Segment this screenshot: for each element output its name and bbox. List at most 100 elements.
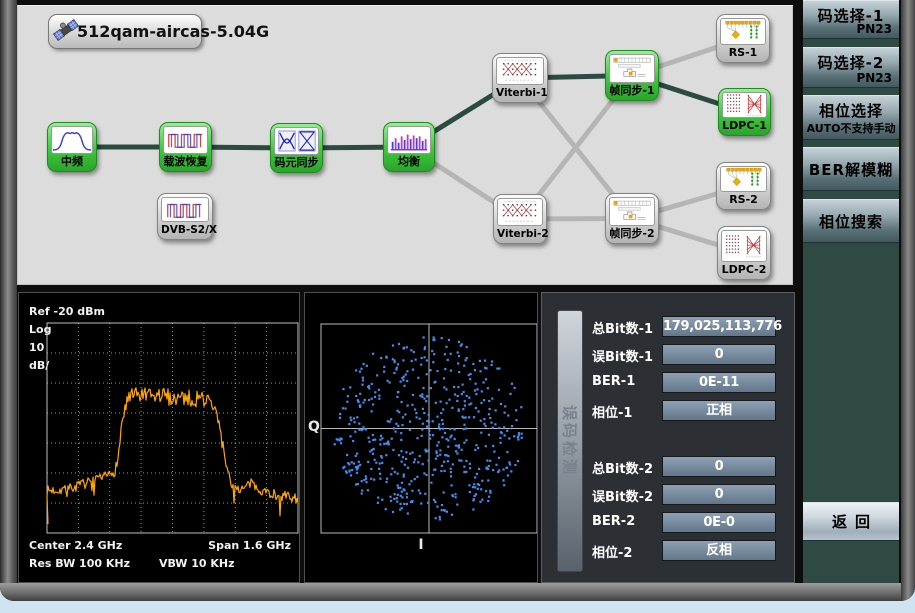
block-label: 载波恢复 <box>163 154 208 170</box>
ber-row-label: BER-1 <box>592 374 635 389</box>
spectrum-analyzer-panel: Ref -20 dBm Log 10 dB/ Center 2.4 GHz Sp… <box>18 292 300 583</box>
ber-row-value: 正相 <box>662 400 776 421</box>
window-frame-bottom <box>0 583 915 601</box>
button-value: AUTO不支持手动 <box>803 120 899 136</box>
ldpc-graph-icon <box>721 230 767 262</box>
ber-row-value: 反相 <box>662 540 776 561</box>
block-label: 帧同步-2 <box>609 226 655 242</box>
signal-profile-button[interactable]: 512qam-aircas-5.04G <box>48 14 202 49</box>
ber-row-error-bits-2: 误Bit数-2 0 <box>542 484 794 505</box>
ber-row-phase-2: 相位-2 反相 <box>542 540 794 561</box>
button-label: BER解模糊 <box>809 159 893 180</box>
trellis-icon <box>497 198 543 226</box>
spectrum-span-label: Span 1.6 GHz <box>208 539 291 552</box>
carrier-wave-icon <box>163 126 208 154</box>
block-if[interactable]: 中频 <box>47 122 97 172</box>
spectrum-unit-label: dB/ <box>29 359 49 372</box>
spectrum-vbw-label: VBW 10 KHz <box>159 557 235 570</box>
block-label: DVB-S2/X <box>161 222 209 238</box>
block-label: 帧同步-1 <box>609 83 655 99</box>
ber-row-label: 相位-1 <box>592 402 632 421</box>
frame-struct-icon <box>609 54 655 83</box>
button-label: 相位搜索 <box>819 211 883 232</box>
block-label: Viterbi-2 <box>497 226 543 242</box>
constellation-panel: Q I <box>304 292 538 583</box>
block-equalizer[interactable]: 均衡 <box>383 122 435 172</box>
ber-row-total-bits-1: 总Bit数-1 179,025,113,776 <box>542 316 794 337</box>
ber-row-error-bits-1: 误Bit数-1 0 <box>542 344 794 365</box>
block-label: 均衡 <box>387 154 431 170</box>
button-label: 码选择-2 <box>803 48 899 73</box>
button-value: PN23 <box>856 71 892 85</box>
ber-row-ber-1: BER-1 0E-11 <box>542 372 794 393</box>
phase-select-button[interactable]: 相位选择 AUTO不支持手动 <box>803 95 899 140</box>
ldpc-graph-icon <box>722 92 767 118</box>
rs-tree-icon <box>720 166 767 192</box>
bandpass-curve-icon <box>51 126 93 154</box>
code-select-2-button[interactable]: 码选择-2 PN23 <box>803 47 899 88</box>
ber-row-label: 相位-2 <box>592 542 632 561</box>
rs-tree-icon <box>720 18 766 45</box>
ber-row-label: 总Bit数-2 <box>592 458 653 477</box>
phase-search-button[interactable]: 相位搜索 <box>803 199 899 243</box>
ber-row-value: 0 <box>662 484 776 505</box>
frame-struct-icon <box>609 197 655 226</box>
ber-row-value: 0E-11 <box>662 372 776 393</box>
eye-diagram-icon <box>274 127 319 155</box>
button-value: PN23 <box>856 22 892 36</box>
ber-panel: 误码检测 总Bit数-1 179,025,113,776 误Bit数-1 0 B… <box>541 292 795 583</box>
block-viterbi-1[interactable]: Viterbi-1 <box>492 53 548 103</box>
ber-row-ber-2: BER-2 0E-0 <box>542 512 794 533</box>
ber-row-phase-1: 相位-1 正相 <box>542 400 794 421</box>
window-frame-right <box>901 0 915 601</box>
spectrum-ref-label: Ref -20 dBm <box>29 305 105 318</box>
ber-row-value: 179,025,113,776 <box>662 316 776 337</box>
spectrum-log-label: Log <box>29 323 51 336</box>
signal-profile-label: 512qam-aircas-5.04G <box>77 22 269 41</box>
block-ldpc-2[interactable]: LDPC-2 <box>717 226 771 280</box>
block-label: LDPC-1 <box>722 118 767 134</box>
button-label: 返回 <box>824 511 878 532</box>
ber-deambiguity-button[interactable]: BER解模糊 <box>803 147 899 191</box>
block-label: Viterbi-1 <box>496 85 544 101</box>
ber-row-value: 0E-0 <box>662 512 776 533</box>
trellis-icon <box>496 57 544 85</box>
code-select-1-button[interactable]: 码选择-1 PN23 <box>803 0 899 39</box>
satellite-icon <box>53 17 79 47</box>
button-label: 相位选择 <box>803 96 899 121</box>
carrier-wave-icon <box>161 197 209 222</box>
ber-row-label: 误Bit数-2 <box>592 486 653 505</box>
ber-row-value: 0 <box>662 456 776 477</box>
ber-row-label: 总Bit数-1 <box>592 318 653 337</box>
q-axis-label: Q <box>308 419 320 435</box>
equalizer-bars-icon <box>387 126 431 154</box>
block-ldpc-1[interactable]: LDPC-1 <box>718 88 771 136</box>
block-dvb-s2x[interactable]: DVB-S2/X <box>157 193 213 240</box>
block-rs-2[interactable]: RS-2 <box>716 162 771 210</box>
block-label: LDPC-2 <box>721 262 767 278</box>
signal-chain-panel: 中频 载波恢复 码元同步 均衡 DVB-S2/X Viterbi-1 Viterbi-2 帧同… <box>17 5 793 285</box>
ber-row-label: 误Bit数-1 <box>592 346 653 365</box>
i-axis-label: I <box>305 537 537 553</box>
block-rs-1[interactable]: RS-1 <box>716 14 770 63</box>
spectrum-center-label: Center 2.4 GHz <box>29 539 122 552</box>
block-viterbi-2[interactable]: Viterbi-2 <box>493 194 547 244</box>
spectrum-scale-label: 10 <box>29 341 44 354</box>
block-label: RS-2 <box>720 192 767 208</box>
block-frame-sync-2[interactable]: 帧同步-2 <box>605 193 659 244</box>
back-button[interactable]: 返回 <box>803 502 899 541</box>
sidebar: 码选择-1 PN23 码选择-2 PN23 相位选择 AUTO不支持手动 BER… <box>803 0 899 583</box>
block-frame-sync-1[interactable]: 帧同步-1 <box>605 50 659 101</box>
desktop-background: 中频 载波恢复 码元同步 均衡 DVB-S2/X Viterbi-1 Viterbi-2 帧同… <box>0 0 915 613</box>
app-window: 中频 载波恢复 码元同步 均衡 DVB-S2/X Viterbi-1 Viterbi-2 帧同… <box>0 0 915 601</box>
block-label: 中频 <box>51 154 93 170</box>
spectrum-rbw-label: Res BW 100 KHz <box>29 557 130 570</box>
window-frame-left <box>0 0 17 601</box>
ber-row-total-bits-2: 总Bit数-2 0 <box>542 456 794 477</box>
block-label: 码元同步 <box>274 155 319 171</box>
block-carrier-recovery[interactable]: 载波恢复 <box>159 122 212 172</box>
block-label: RS-1 <box>720 45 766 61</box>
ber-row-value: 0 <box>662 344 776 365</box>
ber-row-label: BER-2 <box>592 514 635 529</box>
block-symbol-sync[interactable]: 码元同步 <box>270 123 323 173</box>
